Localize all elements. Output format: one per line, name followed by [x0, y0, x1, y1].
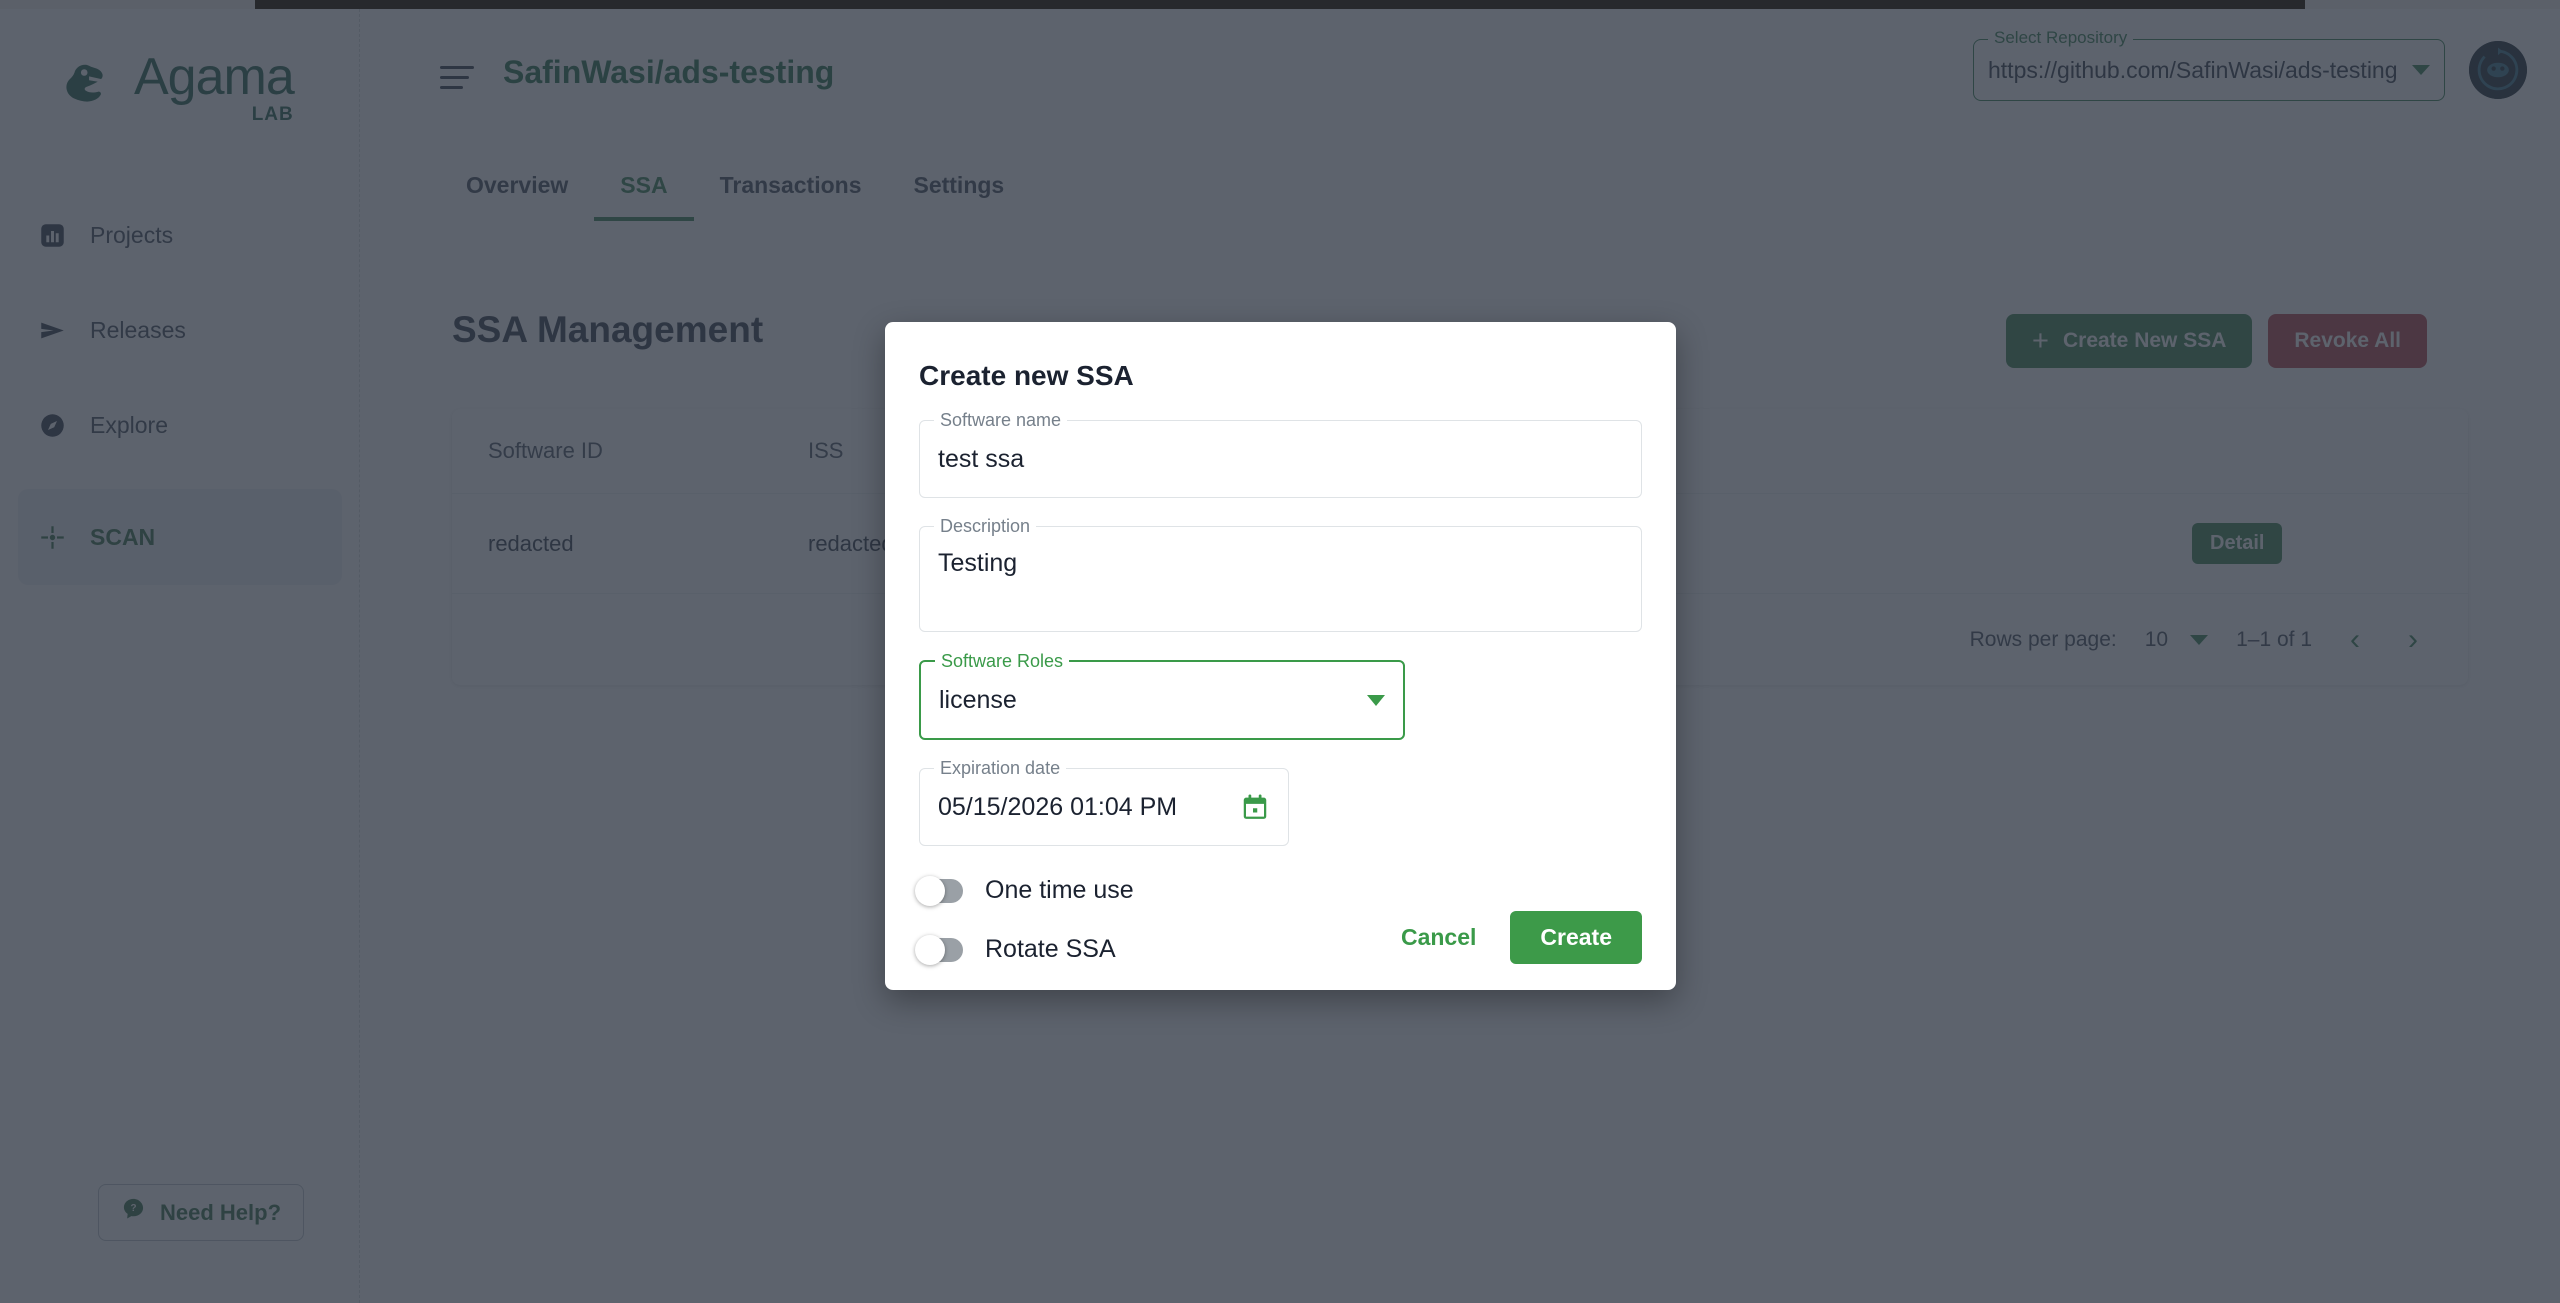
dialog-actions: Cancel Create [1385, 911, 1642, 964]
expiration-date-input[interactable]: 05/15/2026 01:04 PM [938, 793, 1177, 822]
software-name-field[interactable]: Software name test ssa [919, 420, 1642, 498]
one-time-use-toggle[interactable] [919, 879, 963, 903]
create-button[interactable]: Create [1510, 911, 1642, 964]
calendar-icon[interactable] [1240, 792, 1270, 822]
create-ssa-dialog: Create new SSA Software name test ssa De… [885, 322, 1676, 990]
software-roles-label: Software Roles [935, 651, 1069, 672]
description-input[interactable]: Testing [938, 549, 1017, 577]
software-roles-field[interactable]: Software Roles license [919, 660, 1405, 740]
chevron-down-icon[interactable] [1367, 695, 1385, 706]
dialog-title: Create new SSA [919, 322, 1642, 392]
software-name-input[interactable]: test ssa [938, 445, 1024, 474]
expiration-date-field[interactable]: Expiration date 05/15/2026 01:04 PM [919, 768, 1289, 846]
software-roles-value: license [939, 686, 1017, 715]
one-time-use-label: One time use [985, 876, 1134, 905]
cancel-button[interactable]: Cancel [1385, 912, 1492, 963]
rotate-ssa-label: Rotate SSA [985, 935, 1116, 964]
screen: Agama LAB Projects Releases [0, 0, 2560, 1303]
rotate-ssa-toggle[interactable] [919, 938, 963, 962]
browser-chrome-strip [255, 0, 2305, 9]
description-label: Description [934, 516, 1036, 537]
description-field[interactable]: Description Testing [919, 526, 1642, 632]
software-name-label: Software name [934, 410, 1067, 431]
one-time-use-row: One time use [919, 876, 1642, 905]
expiration-date-label: Expiration date [934, 758, 1066, 779]
